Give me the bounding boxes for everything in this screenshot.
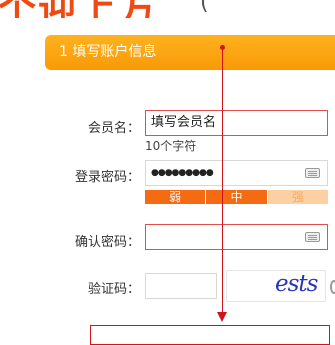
step-header: 1 填写账户信息 [45, 35, 335, 70]
guide-line [222, 48, 223, 316]
banner-logo-fragment: 个迎上方 [0, 0, 158, 18]
member-name-label: 会员名： [87, 121, 140, 136]
banner-paren: ( [200, 0, 209, 15]
confirm-password-label: 确认密码： [74, 235, 140, 250]
keyboard-icon[interactable] [305, 168, 320, 178]
member-name-input[interactable]: 填写会员名 [145, 110, 328, 136]
keyboard-icon[interactable] [305, 232, 320, 242]
confirm-password-input[interactable] [145, 224, 328, 250]
top-banner: 个迎上方 ( [0, 0, 335, 18]
member-name-hint: 10个字符 [145, 139, 197, 153]
password-label: 登录密码： [74, 170, 140, 185]
password-input[interactable]: ●●●●●●●●● [145, 160, 328, 186]
refresh-icon[interactable] [330, 280, 335, 294]
guide-arrow-icon [217, 312, 227, 322]
strength-strong: 强 [267, 190, 328, 204]
captcha-input[interactable] [145, 273, 217, 299]
strength-medium: 中 [206, 190, 268, 204]
callout-box [90, 325, 330, 345]
password-value: ●●●●●●●●● [151, 168, 214, 178]
captcha-image[interactable]: ests [226, 270, 326, 302]
captcha-image-text: ests [275, 271, 318, 297]
captcha-label: 验证码： [87, 282, 140, 297]
password-strength-meter: 弱 中 强 [145, 190, 328, 204]
strength-weak: 弱 [145, 190, 207, 204]
